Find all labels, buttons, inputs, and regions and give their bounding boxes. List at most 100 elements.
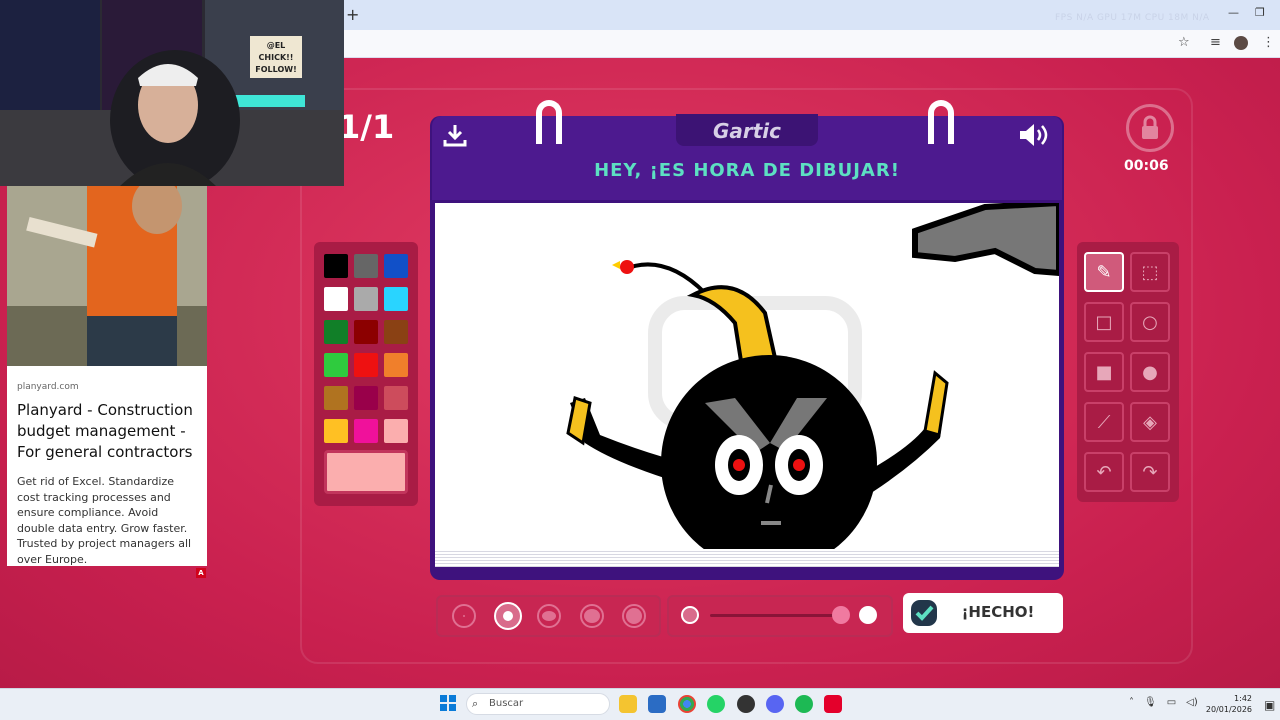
check-icon: [909, 598, 939, 628]
ad-badge[interactable]: A: [196, 568, 206, 578]
performance-overlay: FPS N/A GPU 17M CPU 18M N/A: [1055, 13, 1210, 23]
circle-outline-icon: ○: [1142, 311, 1158, 333]
menu-dots-icon[interactable]: ⋮: [1262, 35, 1275, 50]
taskbar-clock[interactable]: 1:42 20/01/2026: [1204, 693, 1252, 715]
size-dot: [503, 611, 513, 621]
redo-icon: ↷: [1142, 461, 1158, 483]
restore-button[interactable]: ❐: [1255, 6, 1265, 19]
discord-icon[interactable]: [766, 695, 784, 713]
network-icon[interactable]: ▭: [1167, 697, 1176, 708]
chevron-up-icon[interactable]: ˄: [1129, 697, 1134, 708]
square-filled-icon: ■: [1095, 361, 1113, 383]
size-dot: [584, 609, 600, 623]
download-button[interactable]: [442, 122, 468, 148]
opacity-slider-track[interactable]: [710, 614, 850, 617]
profile-avatar[interactable]: [1234, 36, 1248, 50]
round-counter: 1/1: [338, 108, 395, 146]
rectangle-filled-tool[interactable]: ■: [1084, 352, 1124, 392]
headline: HEY, ¡ES HORA DE DIBUJAR!: [594, 160, 900, 181]
undo-button[interactable]: ↶: [1084, 452, 1124, 492]
selected-color-preview: [324, 450, 408, 494]
taskbar-search[interactable]: [466, 693, 610, 715]
star-icon[interactable]: ☆: [1178, 35, 1190, 50]
ad-domain: planyard.com: [17, 382, 79, 392]
pencil-icon: ✎: [1096, 261, 1112, 283]
sound-button[interactable]: [1018, 122, 1052, 148]
undo-icon: ↶: [1096, 461, 1112, 483]
webcam-overlay: [0, 0, 344, 186]
color-swatch[interactable]: [354, 254, 378, 278]
app-icon[interactable]: [737, 695, 755, 713]
color-swatch[interactable]: [354, 419, 378, 443]
ad-image[interactable]: [7, 186, 207, 366]
color-swatch[interactable]: [354, 386, 378, 410]
clock-date: 20/01/2026: [1205, 705, 1252, 714]
color-swatch[interactable]: [354, 353, 378, 377]
store-icon[interactable]: [648, 695, 666, 713]
recording-app-icon[interactable]: [824, 695, 842, 713]
circle-outline-tool[interactable]: ○: [1130, 302, 1170, 342]
opacity-high-icon: [859, 606, 877, 624]
timer: 00:06: [1124, 158, 1169, 174]
color-swatch[interactable]: [324, 386, 348, 410]
notebook-pages: [435, 549, 1059, 567]
new-tab-button[interactable]: +: [346, 5, 359, 24]
color-swatch[interactable]: [324, 320, 348, 344]
clock-time: 1:42: [1234, 694, 1252, 703]
color-swatch[interactable]: [324, 254, 348, 278]
color-swatch[interactable]: [324, 353, 348, 377]
circle-filled-icon: ●: [1142, 361, 1158, 383]
eraser-icon: ⬚: [1141, 261, 1159, 283]
ad-body: Get rid of Excel. Standardize cost track…: [17, 475, 192, 566]
opacity-slider-handle[interactable]: [832, 606, 850, 624]
drawing-canvas[interactable]: [435, 199, 1062, 571]
redo-button[interactable]: ↷: [1130, 452, 1170, 492]
minimize-button[interactable]: —: [1228, 6, 1239, 19]
chrome-icon[interactable]: [678, 695, 696, 713]
download-icon: [443, 125, 467, 147]
opacity-low-icon: [681, 606, 699, 624]
window-controls: — ❐ ✕: [1228, 6, 1280, 19]
taskbar: [0, 688, 1280, 720]
rectangle-outline-tool[interactable]: □: [1084, 302, 1124, 342]
circle-filled-tool[interactable]: ●: [1130, 352, 1170, 392]
lock-icon: [1142, 115, 1158, 139]
microphone-icon[interactable]: 🎙︎: [1144, 697, 1157, 708]
color-swatch[interactable]: [384, 254, 408, 278]
color-swatch[interactable]: [384, 419, 408, 443]
size-dot: [626, 608, 642, 624]
drawing: [566, 199, 1062, 571]
file-explorer-icon[interactable]: [619, 695, 637, 713]
ad-title[interactable]: Planyard - Construction budget managemen…: [17, 400, 199, 463]
notifications-icon[interactable]: ▣: [1264, 698, 1275, 712]
speaker-icon: [1020, 124, 1048, 146]
whatsapp-icon[interactable]: [707, 695, 725, 713]
line-icon: ⟋: [1097, 411, 1111, 433]
webcam-sign-text: @EL CHICK!! FOLLOW!: [255, 41, 297, 74]
system-tray[interactable]: ˄ 🎙︎ ▭ ◁): [1129, 697, 1198, 708]
line-tool[interactable]: ⟋: [1084, 402, 1124, 442]
eraser-tool[interactable]: ⬚: [1130, 252, 1170, 292]
square-outline-icon: □: [1095, 311, 1113, 333]
color-swatch[interactable]: [384, 386, 408, 410]
color-swatch[interactable]: [384, 287, 408, 311]
taskbar-search-text: Buscar: [489, 698, 524, 709]
bucket-icon: ◈: [1143, 411, 1157, 433]
start-icon[interactable]: [440, 695, 456, 711]
spotify-icon[interactable]: [795, 695, 813, 713]
reading-list-icon[interactable]: ≡: [1210, 35, 1221, 50]
fill-bucket-tool[interactable]: ◈: [1130, 402, 1170, 442]
color-swatch[interactable]: [384, 320, 408, 344]
color-swatch[interactable]: [354, 320, 378, 344]
pencil-tool[interactable]: ✎: [1084, 252, 1124, 292]
size-dot: [463, 615, 465, 617]
lock-button[interactable]: [1126, 104, 1174, 152]
volume-icon[interactable]: ◁): [1186, 697, 1198, 708]
color-swatch[interactable]: [324, 287, 348, 311]
notebook-ring: [536, 100, 562, 144]
color-swatch[interactable]: [384, 353, 408, 377]
color-swatch[interactable]: [324, 419, 348, 443]
search-icon: ⌕: [472, 697, 479, 710]
size-dot: [542, 611, 556, 621]
color-swatch[interactable]: [354, 287, 378, 311]
